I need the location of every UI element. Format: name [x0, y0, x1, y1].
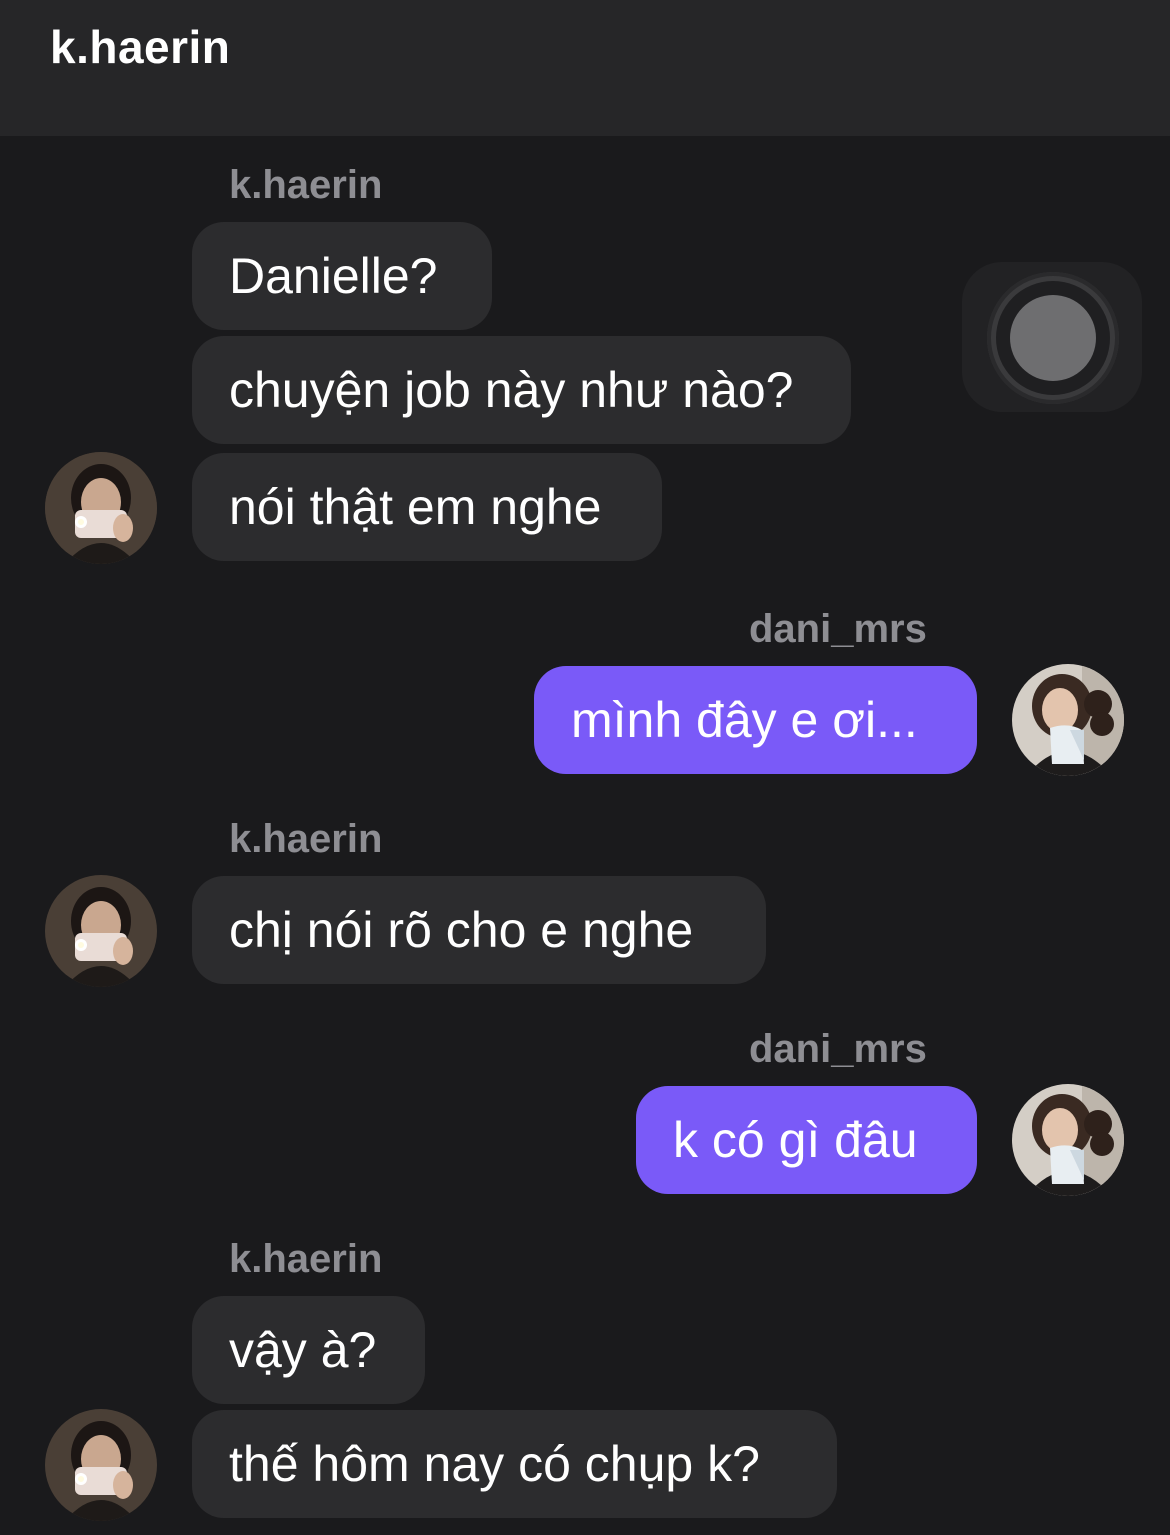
message-bubble-incoming[interactable]: Danielle?: [192, 222, 492, 330]
avatar-photo-haerin: [45, 875, 157, 987]
avatar-photo-haerin: [45, 1409, 157, 1521]
message-bubble-incoming[interactable]: nói thật em nghe: [192, 453, 662, 561]
avatar-dani-mrs[interactable]: [1012, 664, 1124, 776]
avatar-k-haerin[interactable]: [45, 452, 157, 564]
chat-title[interactable]: k.haerin: [50, 20, 230, 74]
message-bubble-incoming[interactable]: chị nói rõ cho e nghe: [192, 876, 766, 984]
sender-name: k.haerin: [229, 163, 383, 207]
sender-name: k.haerin: [229, 817, 383, 861]
avatar-k-haerin[interactable]: [45, 875, 157, 987]
assistive-touch-icon: [1010, 295, 1096, 381]
avatar-photo-dani: [1012, 664, 1124, 776]
chat-screen: k.haerin k.haerin Danielle? chuyện job n…: [0, 0, 1170, 1535]
avatar-dani-mrs[interactable]: [1012, 1084, 1124, 1196]
message-bubble-incoming[interactable]: chuyện job này như nào?: [192, 336, 851, 444]
avatar-k-haerin[interactable]: [45, 1409, 157, 1521]
avatar-photo-dani: [1012, 1084, 1124, 1196]
assistive-touch-button[interactable]: [962, 262, 1142, 412]
sender-name: k.haerin: [229, 1237, 383, 1281]
avatar-photo-haerin: [45, 452, 157, 564]
message-bubble-outgoing[interactable]: mình đây e ơi...: [534, 666, 977, 774]
sender-name: dani_mrs: [749, 607, 927, 651]
sender-name: dani_mrs: [749, 1027, 927, 1071]
message-bubble-incoming[interactable]: thế hôm nay có chụp k?: [192, 1410, 837, 1518]
message-bubble-incoming[interactable]: vậy à?: [192, 1296, 425, 1404]
message-bubble-outgoing[interactable]: k có gì đâu: [636, 1086, 977, 1194]
chat-header: k.haerin: [0, 0, 1170, 136]
